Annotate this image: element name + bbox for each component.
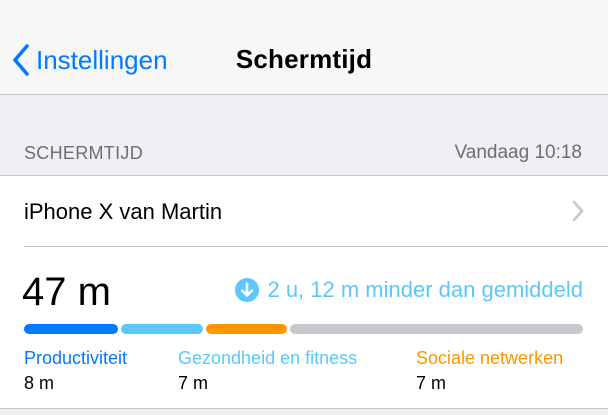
- arrow-down-circle-icon: [235, 278, 260, 302]
- section-timestamp: Vandaag 10:18: [454, 142, 583, 163]
- section-header: SCHERMTIJD Vandaag 10:18: [0, 95, 608, 175]
- legend-sociale-netwerken: Sociale netwerken 7 m: [416, 347, 563, 394]
- comparison: 2 u, 12 m minder dan gemiddeld: [235, 277, 583, 303]
- chevron-right-icon: [572, 200, 584, 222]
- legend-label: Sociale netwerken: [416, 348, 564, 368]
- usage-bar-segment: [205, 324, 288, 334]
- navigation-bar: Instellingen Schermtijd: [0, 0, 608, 95]
- legend-productiviteit: Productiviteit 8 m: [24, 347, 127, 394]
- bottom-background: [0, 409, 608, 415]
- device-name: iPhone X van Martin: [24, 199, 223, 224]
- legend-value: 8 m: [24, 373, 55, 393]
- legend-gezondheid: Gezondheid en fitness 7 m: [178, 347, 357, 394]
- usage-bar: [24, 324, 583, 334]
- comparison-text: 2 u, 12 m minder dan gemiddeld: [267, 277, 583, 302]
- section-title: SCHERMTIJD: [24, 143, 143, 163]
- legend-value: 7 m: [178, 373, 209, 393]
- page-title: Schermtijd: [235, 44, 373, 74]
- legend-label: Gezondheid en fitness: [178, 348, 358, 368]
- usage-bar-segment: [24, 324, 118, 334]
- screen-time-card: iPhone X van Martin 47 m 2 u, 12 m minde…: [0, 175, 608, 409]
- usage-bar-segment: [120, 324, 203, 334]
- row-divider: [24, 246, 608, 247]
- total-time: 47 m: [22, 270, 111, 314]
- device-row[interactable]: iPhone X van Martin: [0, 176, 608, 246]
- legend-label: Productiviteit: [24, 348, 128, 368]
- legend-value: 7 m: [416, 373, 447, 393]
- usage-bar-segment: [290, 324, 583, 334]
